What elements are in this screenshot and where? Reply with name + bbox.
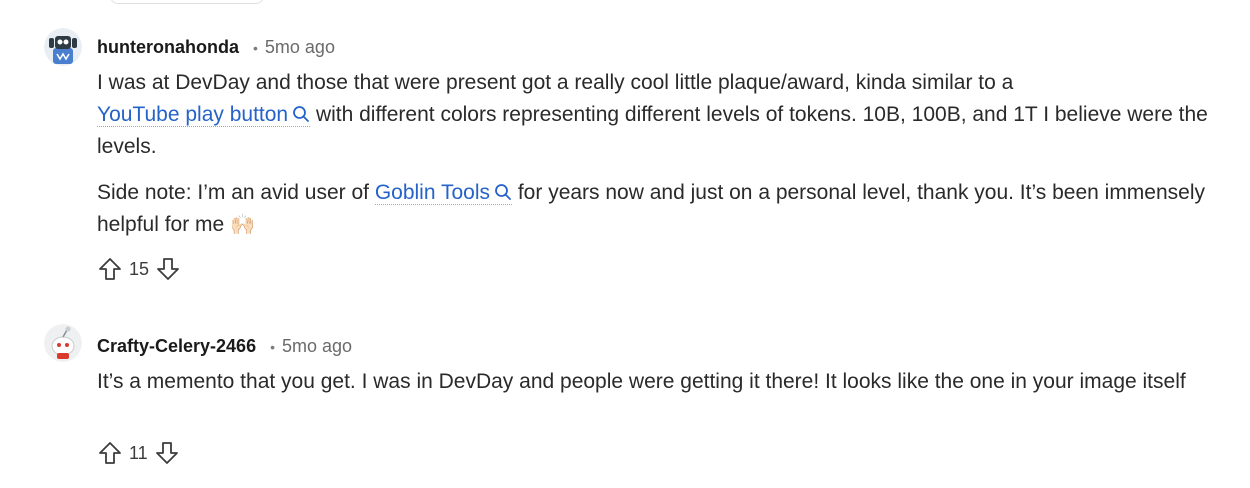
vote-bar: 15: [97, 256, 181, 282]
upvote-arrow-icon: [99, 258, 121, 280]
upvote-button[interactable]: [97, 256, 123, 282]
search-icon: [495, 184, 511, 200]
author-name[interactable]: Crafty-Celery-2466: [97, 336, 256, 357]
robot-avatar-icon: [44, 28, 82, 66]
downvote-button[interactable]: [154, 440, 180, 466]
vote-score: 15: [129, 258, 150, 279]
upvote-button[interactable]: [97, 440, 123, 466]
comment-paragraph: It’s a memento that you get. I was in De…: [97, 366, 1227, 398]
search-link[interactable]: Goblin Tools: [374, 181, 513, 205]
comment-text: Side note: I’m an avid user of: [97, 181, 375, 204]
author-name[interactable]: hunteronahonda: [97, 37, 239, 58]
comment-text: I was at DevDay and those that were pres…: [97, 71, 1014, 94]
raised-hands-emoji: 🙌🏻: [230, 214, 255, 236]
avatar[interactable]: [44, 28, 82, 66]
comment-text: It’s a memento that you get. I was in De…: [97, 370, 1186, 393]
downvote-arrow-icon: [157, 258, 179, 280]
search-icon: [293, 106, 310, 122]
upvote-arrow-icon: [99, 442, 121, 464]
search-link[interactable]: YouTube play button: [97, 103, 311, 127]
vote-score: 11: [129, 442, 148, 463]
downvote-arrow-icon: [155, 442, 178, 464]
comment-paragraph: Side note: I’m an avid user of Goblin To…: [97, 177, 1227, 241]
avatar[interactable]: [44, 324, 82, 362]
timestamp[interactable]: 5mo ago: [265, 37, 335, 58]
search-link-label: YouTube play button: [97, 103, 289, 126]
meta-separator: •: [253, 39, 258, 56]
timestamp[interactable]: 5mo ago: [282, 336, 352, 357]
comment-paragraph: I was at DevDay and those that were pres…: [97, 67, 1227, 163]
previous-button-edge: [110, 0, 264, 4]
search-link-label: Goblin Tools: [374, 181, 491, 204]
downvote-button[interactable]: [155, 256, 181, 282]
vote-bar: 11: [97, 440, 180, 466]
meta-separator: •: [270, 338, 275, 355]
snoo-avatar-icon: [44, 324, 82, 362]
